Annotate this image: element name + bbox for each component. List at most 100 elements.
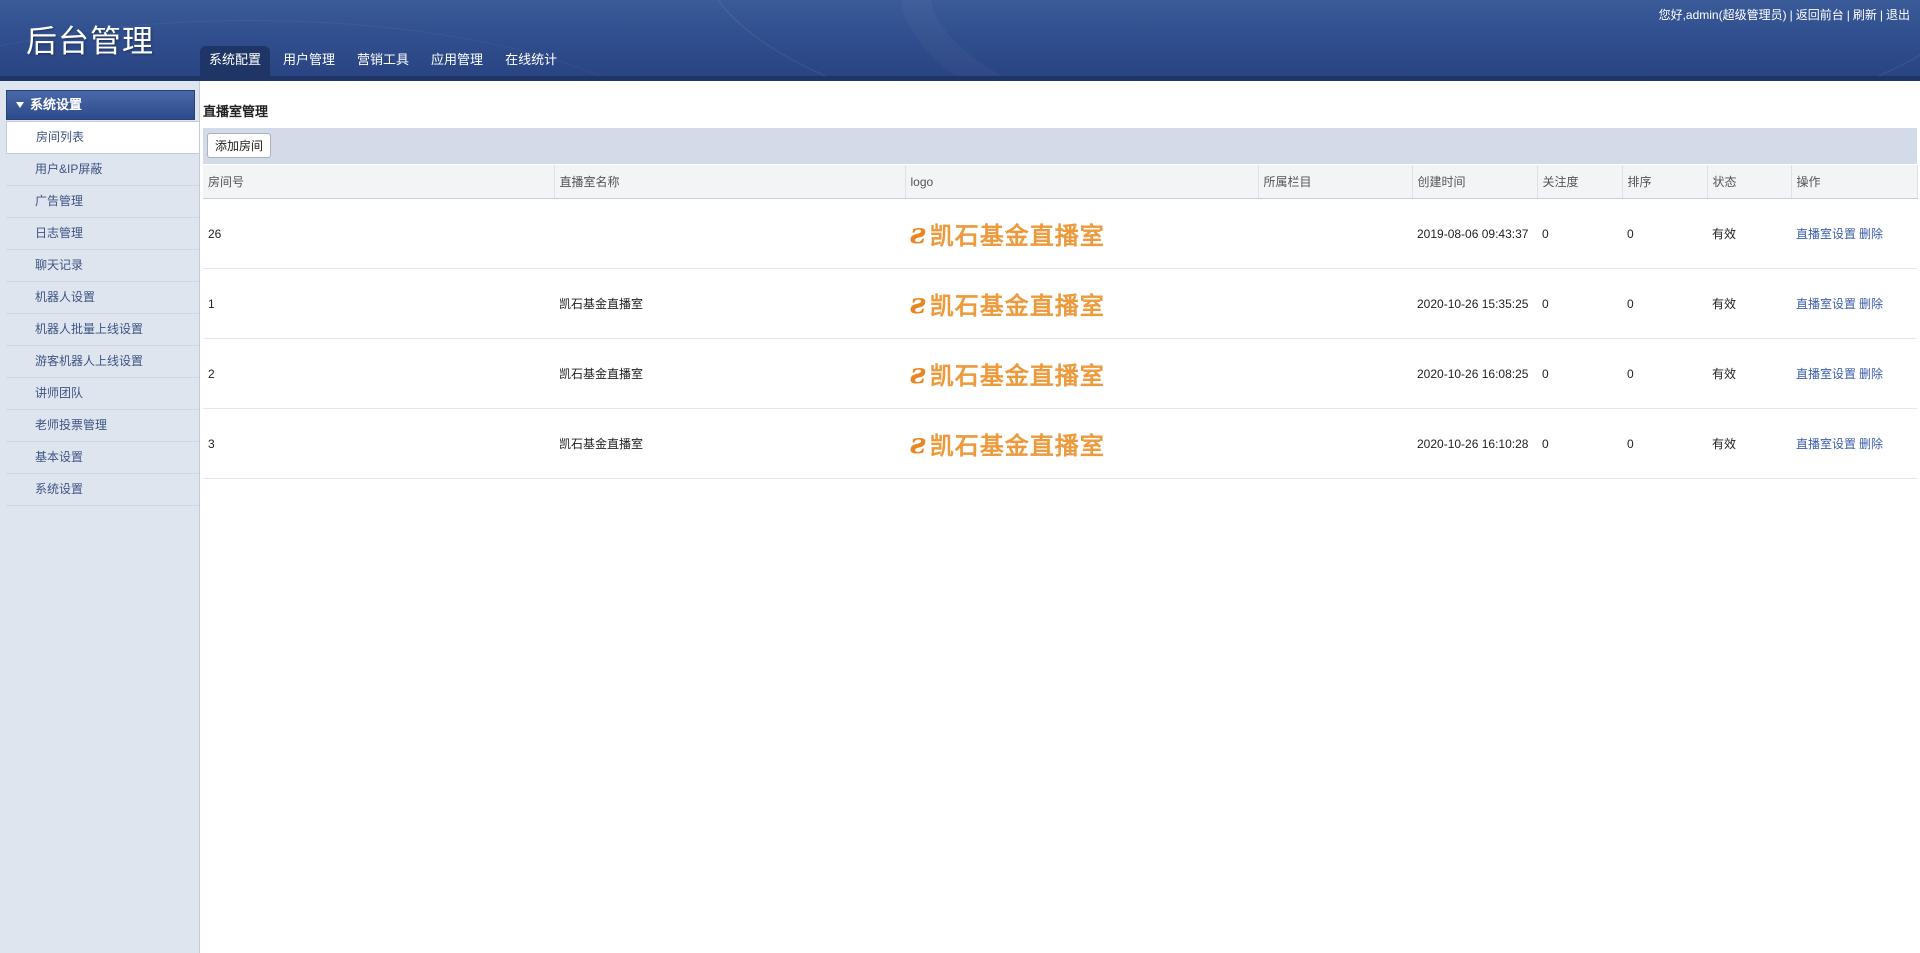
room-actions: 直播室设置 删除 (1791, 198, 1917, 269)
room-delete-link[interactable]: 删除 (1859, 297, 1883, 311)
room-logo-image: ƨ 凯石基金直播室 (910, 426, 1105, 460)
sidebar-section-header[interactable]: 系统设置 (6, 90, 195, 120)
sidebar-item-basic-settings[interactable]: 基本设置 (6, 442, 199, 474)
column-header[interactable]: 直播室名称 (554, 165, 906, 199)
tab-user-management[interactable]: 用户管理 (274, 46, 344, 76)
tab-app-management[interactable]: 应用管理 (422, 46, 492, 76)
room-category (1258, 198, 1412, 269)
room-settings-link[interactable]: 直播室设置 (1796, 437, 1856, 451)
room-name: 凯石基金直播室 (554, 268, 905, 339)
column-header[interactable]: 排序 (1622, 165, 1708, 199)
main-nav: 系统配置 用户管理 营销工具 应用管理 在线统计 (200, 46, 570, 76)
back-to-front-link[interactable]: 返回前台 (1796, 8, 1844, 22)
room-follows: 0 (1537, 198, 1622, 269)
table-row: 2 凯石基金直播室 ƨ 凯石基金直播室 2020-10-26 16:08:25 0… (203, 338, 1917, 409)
logo-mark-icon: ƨ (910, 426, 926, 460)
room-created-time: 2019-08-06 09:43:37 (1412, 198, 1537, 269)
app-title: 后台管理 (26, 24, 154, 59)
sidebar-item-robot-batch-online[interactable]: 机器人批量上线设置 (6, 314, 199, 346)
room-order: 0 (1622, 338, 1707, 409)
column-header[interactable]: 所属栏目 (1258, 165, 1413, 199)
room-id: 26 (203, 198, 554, 269)
sidebar-item-guest-robot-online[interactable]: 游客机器人上线设置 (6, 346, 199, 378)
column-header[interactable]: 创建时间 (1412, 165, 1538, 199)
room-delete-link[interactable]: 删除 (1859, 227, 1883, 241)
room-settings-link[interactable]: 直播室设置 (1796, 367, 1856, 381)
toolbar: 添加房间 (203, 128, 1917, 164)
room-settings-link[interactable]: 直播室设置 (1796, 297, 1856, 311)
sidebar: 系统设置 房间列表 用户&IP屏蔽 广告管理 日志管理 聊天记录 机器人设置 机… (0, 81, 200, 953)
room-status: 有效 (1707, 198, 1791, 269)
sidebar-section-title: 系统设置 (30, 97, 83, 112)
sidebar-item-room-list[interactable]: 房间列表 (6, 121, 199, 154)
room-logo: ƨ 凯石基金直播室 (905, 268, 1258, 339)
room-actions: 直播室设置 删除 (1791, 338, 1917, 409)
room-actions: 直播室设置 删除 (1791, 408, 1917, 479)
column-header[interactable]: 关注度 (1537, 165, 1623, 199)
logo-mark-icon: ƨ (910, 286, 926, 320)
room-delete-link[interactable]: 删除 (1859, 437, 1883, 451)
room-name (554, 198, 905, 269)
room-actions: 直播室设置 删除 (1791, 268, 1917, 339)
column-header[interactable]: 房间号 (203, 165, 555, 199)
column-header[interactable]: 操作 (1791, 165, 1918, 199)
header: 后台管理 您好,admin(超级管理员) | 返回前台 | 刷新 | 退出 系统配置 用户管… (0, 0, 1920, 76)
sidebar-item-log-management[interactable]: 日志管理 (6, 218, 199, 250)
column-header[interactable]: logo (905, 165, 1259, 199)
room-status: 有效 (1707, 408, 1791, 479)
room-follows: 0 (1537, 408, 1622, 479)
room-category (1258, 338, 1412, 409)
collapse-triangle-icon (16, 102, 24, 108)
room-id: 1 (203, 268, 554, 339)
room-created-time: 2020-10-26 16:10:28 (1412, 408, 1537, 479)
room-settings-link[interactable]: 直播室设置 (1796, 227, 1856, 241)
room-follows: 0 (1537, 338, 1622, 409)
room-delete-link[interactable]: 删除 (1859, 367, 1883, 381)
tab-system-config[interactable]: 系统配置 (200, 46, 271, 76)
room-logo: ƨ 凯石基金直播室 (905, 198, 1258, 269)
room-category (1258, 268, 1412, 339)
table-row: 3 凯石基金直播室 ƨ 凯石基金直播室 2020-10-26 16:10:28 0… (203, 408, 1917, 479)
room-name: 凯石基金直播室 (554, 338, 905, 409)
sidebar-item-robot-settings[interactable]: 机器人设置 (6, 282, 199, 314)
room-logo-image: ƨ 凯石基金直播室 (910, 356, 1105, 390)
tab-marketing-tools[interactable]: 营销工具 (348, 46, 418, 76)
sidebar-list: 房间列表 用户&IP屏蔽 广告管理 日志管理 聊天记录 机器人设置 机器人批量上… (6, 121, 199, 506)
room-logo-image: ƨ 凯石基金直播室 (910, 216, 1105, 250)
page-title: 直播室管理 (203, 104, 269, 119)
sidebar-item-system-settings[interactable]: 系统设置 (6, 474, 199, 506)
logo-mark-icon: ƨ (910, 356, 926, 390)
room-table: 房间号 直播室名称 logo 所属栏目 创建时间 关注度 排序 状态 操作 26… (203, 165, 1918, 479)
table-header-row: 房间号 直播室名称 logo 所属栏目 创建时间 关注度 排序 状态 操作 (203, 165, 1918, 199)
room-created-time: 2020-10-26 16:08:25 (1412, 338, 1537, 409)
user-greeting: 您好,admin(超级管理员) (1658, 8, 1787, 22)
table-row: 26 ƨ 凯石基金直播室 2019-08-06 09:43:37 0 0 有效 直… (203, 198, 1917, 269)
sidebar-item-user-ip-block[interactable]: 用户&IP屏蔽 (6, 154, 199, 186)
room-logo: ƨ 凯石基金直播室 (905, 408, 1258, 479)
refresh-link[interactable]: 刷新 (1853, 8, 1877, 22)
room-category (1258, 408, 1412, 479)
add-room-button[interactable]: 添加房间 (207, 133, 272, 158)
room-logo: ƨ 凯石基金直播室 (905, 338, 1258, 409)
room-order: 0 (1622, 268, 1707, 339)
header-divider (0, 76, 1920, 81)
logout-link[interactable]: 退出 (1886, 8, 1910, 22)
room-name: 凯石基金直播室 (554, 408, 905, 479)
sidebar-item-lecturer-team[interactable]: 讲师团队 (6, 378, 199, 410)
logo-mark-icon: ƨ (910, 216, 926, 250)
tab-online-stats[interactable]: 在线统计 (496, 46, 566, 76)
room-order: 0 (1622, 408, 1707, 479)
room-id: 2 (203, 338, 554, 409)
top-links: 您好,admin(超级管理员) | 返回前台 | 刷新 | 退出 (1658, 8, 1910, 22)
room-logo-image: ƨ 凯石基金直播室 (910, 286, 1105, 320)
room-created-time: 2020-10-26 15:35:25 (1412, 268, 1537, 339)
column-header[interactable]: 状态 (1707, 165, 1792, 199)
sidebar-item-teacher-vote[interactable]: 老师投票管理 (6, 410, 199, 442)
table-row: 1 凯石基金直播室 ƨ 凯石基金直播室 2020-10-26 15:35:25 0… (203, 268, 1917, 339)
room-status: 有效 (1707, 268, 1791, 339)
room-status: 有效 (1707, 338, 1791, 409)
sidebar-item-chat-records[interactable]: 聊天记录 (6, 250, 199, 282)
sidebar-item-ad-management[interactable]: 广告管理 (6, 186, 199, 218)
room-id: 3 (203, 408, 554, 479)
room-order: 0 (1622, 198, 1707, 269)
